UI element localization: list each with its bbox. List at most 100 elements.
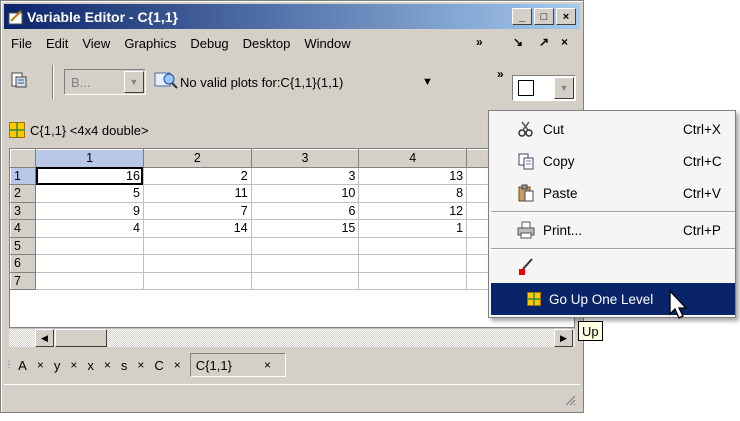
menu-file[interactable]: File bbox=[4, 36, 39, 51]
grid-cell[interactable]: 4 bbox=[35, 219, 144, 238]
menu-item-clear-formatting[interactable] bbox=[491, 251, 735, 283]
chevron-down-icon[interactable]: ▼ bbox=[124, 71, 144, 93]
grid-cell[interactable] bbox=[358, 236, 468, 255]
grid-cell[interactable]: 6 bbox=[250, 201, 360, 220]
grid-cell[interactable] bbox=[358, 254, 468, 273]
grid-cell[interactable]: 3 bbox=[250, 166, 360, 185]
grid-cell[interactable] bbox=[142, 236, 252, 255]
tab-s[interactable]: s × bbox=[116, 353, 150, 377]
close-tab-icon[interactable]: × bbox=[37, 358, 44, 372]
grid-cell[interactable]: 9 bbox=[35, 201, 144, 220]
grid-cell[interactable] bbox=[250, 254, 360, 273]
grid-cell[interactable]: 14 bbox=[142, 219, 252, 238]
grid-cell[interactable] bbox=[35, 254, 144, 273]
resize-grip-icon[interactable] bbox=[564, 394, 576, 406]
menu-item-go-up-one-level[interactable]: Go Up One Level bbox=[491, 283, 735, 315]
dock-button[interactable]: ↘ bbox=[513, 35, 523, 49]
menu-item-shortcut: Ctrl+P bbox=[683, 222, 721, 238]
menu-edit[interactable]: Edit bbox=[39, 36, 75, 51]
grid-cell[interactable] bbox=[250, 271, 360, 290]
grid-cell[interactable] bbox=[358, 271, 468, 290]
maximize-button[interactable]: □ bbox=[534, 8, 554, 25]
import-data-icon[interactable] bbox=[10, 71, 28, 89]
clipboard-icon bbox=[518, 184, 534, 202]
row-header[interactable]: 3 bbox=[10, 201, 37, 220]
grid-cell[interactable]: 13 bbox=[358, 166, 468, 185]
plot-selector-icon[interactable] bbox=[154, 70, 178, 90]
variable-path-label: C{1,1} <4x4 double> bbox=[30, 122, 149, 138]
grid-cell[interactable]: 8 bbox=[358, 184, 468, 203]
variable-select-combo[interactable]: B... ▼ bbox=[64, 69, 146, 95]
tab-label: C bbox=[154, 357, 164, 373]
printer-icon bbox=[517, 221, 535, 239]
close-button[interactable]: × bbox=[556, 8, 576, 25]
horizontal-scrollbar[interactable]: ◀ ▶ bbox=[9, 328, 575, 347]
column-header-2[interactable]: 2 bbox=[142, 149, 252, 168]
toolbar-overflow-button[interactable]: » bbox=[497, 67, 504, 81]
row-header[interactable]: 7 bbox=[10, 271, 37, 290]
column-header-4[interactable]: 4 bbox=[358, 149, 468, 168]
title-bar[interactable]: Variable Editor - C{1,1} _ □ × bbox=[4, 4, 580, 29]
tab-grip: ⁝ bbox=[7, 357, 12, 372]
grid-cell[interactable] bbox=[35, 271, 144, 290]
column-header-3[interactable]: 3 bbox=[250, 149, 360, 168]
tab-y[interactable]: y × bbox=[49, 353, 83, 377]
grid-cell[interactable]: 7 bbox=[142, 201, 252, 220]
grid-cell[interactable]: 10 bbox=[250, 184, 360, 203]
chevron-down-icon[interactable]: ▼ bbox=[554, 77, 574, 99]
close-tab-icon[interactable]: × bbox=[264, 358, 271, 372]
menu-desktop[interactable]: Desktop bbox=[236, 36, 298, 51]
menu-item-shortcut: Ctrl+V bbox=[683, 185, 721, 201]
grid-cell[interactable] bbox=[142, 254, 252, 273]
menu-debug[interactable]: Debug bbox=[183, 36, 235, 51]
grid-layout-combo[interactable]: ▼ bbox=[512, 75, 576, 101]
status-bar bbox=[4, 384, 580, 410]
column-header-1[interactable]: 1 bbox=[35, 149, 144, 168]
plot-selector-label[interactable]: No valid plots for:C{1,1}(1,1) bbox=[180, 75, 343, 90]
menu-item-print[interactable]: Print... Ctrl+P bbox=[491, 214, 735, 246]
grid-cell[interactable] bbox=[142, 271, 252, 290]
grid-cell[interactable]: 16 bbox=[35, 166, 144, 185]
brush-icon bbox=[519, 258, 533, 275]
close-editor-button[interactable]: × bbox=[561, 35, 568, 49]
row-header[interactable]: 5 bbox=[10, 236, 37, 255]
menu-item-paste[interactable]: Paste Ctrl+V bbox=[491, 177, 735, 209]
tab-a[interactable]: A × bbox=[13, 353, 49, 377]
close-tab-icon[interactable]: × bbox=[104, 358, 111, 372]
menu-item-cut[interactable]: Cut Ctrl+X bbox=[491, 113, 735, 145]
grid-cell[interactable] bbox=[35, 236, 144, 255]
grid-cell[interactable]: 1 bbox=[358, 219, 468, 238]
row-header[interactable]: 6 bbox=[10, 254, 37, 273]
variable-editor-icon bbox=[8, 9, 23, 24]
close-tab-icon[interactable]: × bbox=[137, 358, 144, 372]
grid-cell[interactable]: 11 bbox=[142, 184, 252, 203]
plot-selector-dropdown[interactable]: ▼ bbox=[422, 76, 433, 88]
grid-cell[interactable]: 5 bbox=[35, 184, 144, 203]
menu-window[interactable]: Window bbox=[297, 36, 357, 51]
tab-c-1-1[interactable]: C{1,1} × bbox=[189, 353, 286, 377]
scroll-left-button[interactable]: ◀ bbox=[35, 329, 54, 347]
menu-item-copy[interactable]: Copy Ctrl+C bbox=[491, 145, 735, 177]
grid-cell[interactable] bbox=[250, 236, 360, 255]
row-header[interactable]: 1 bbox=[10, 166, 37, 185]
menu-graphics[interactable]: Graphics bbox=[117, 36, 183, 51]
scroll-thumb[interactable] bbox=[55, 329, 107, 347]
grid-cell[interactable]: 2 bbox=[142, 166, 252, 185]
menu-view[interactable]: View bbox=[75, 36, 117, 51]
grid-corner[interactable] bbox=[10, 149, 37, 168]
menu-item-label: Go Up One Level bbox=[549, 291, 654, 307]
tab-label: A bbox=[18, 357, 27, 373]
menu-overflow-button[interactable]: » bbox=[476, 35, 483, 49]
minimize-button[interactable]: _ bbox=[512, 8, 532, 25]
close-tab-icon[interactable]: × bbox=[174, 358, 181, 372]
grid-cell[interactable]: 12 bbox=[358, 201, 468, 220]
undock-button[interactable]: ↗ bbox=[539, 35, 549, 49]
row-header[interactable]: 2 bbox=[10, 184, 37, 203]
tab-c[interactable]: C × bbox=[149, 353, 185, 377]
row-header[interactable]: 4 bbox=[10, 219, 37, 238]
scroll-right-button[interactable]: ▶ bbox=[554, 329, 573, 347]
grid-cell[interactable]: 15 bbox=[250, 219, 360, 238]
toolbar: B... ▼ No valid plots for:C{1,1}(1,1) ▼ … bbox=[4, 63, 580, 103]
tab-x[interactable]: x × bbox=[82, 353, 116, 377]
close-tab-icon[interactable]: × bbox=[70, 358, 77, 372]
